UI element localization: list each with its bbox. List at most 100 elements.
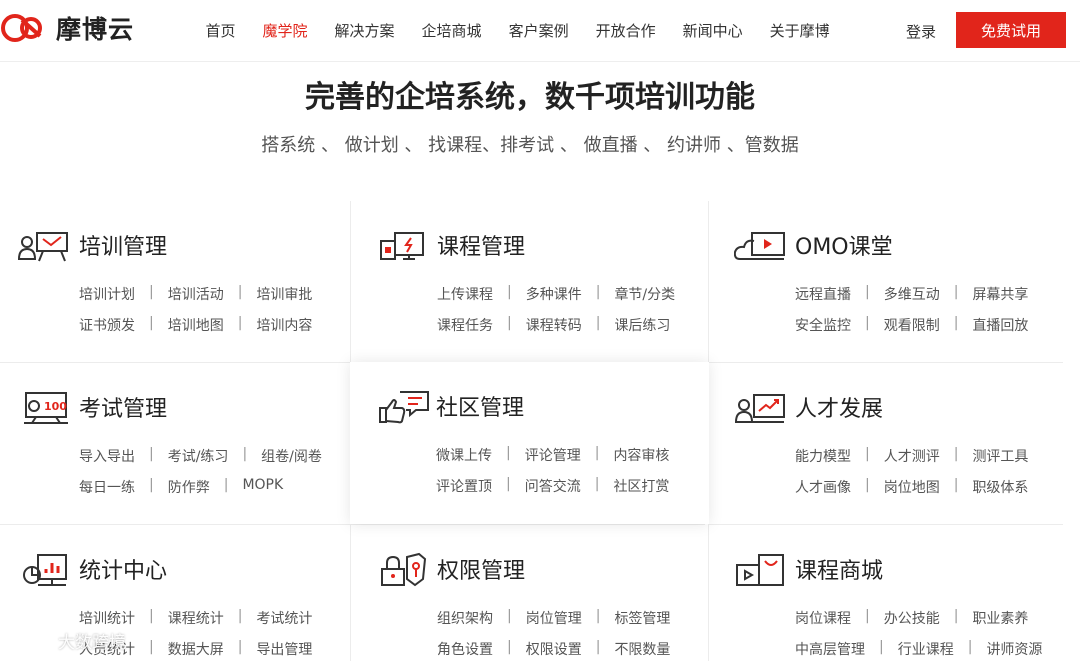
feature-links-row: 课程任务 | 课程转码 | 课后练习 <box>437 315 671 335</box>
feature-card-permission[interactable]: 权限管理 组织架构 | 岗位管理 | 标签管理 角色设置 | 权限设置 | 不限数量 <box>350 524 705 661</box>
nav-solutions[interactable]: 解决方案 <box>335 20 395 41</box>
feature-link[interactable]: 观看限制 <box>884 315 940 335</box>
feature-links-row: 导入导出 | 考试/练习 | 组卷/阅卷 <box>79 446 322 466</box>
watermark-text: 大数跨境 <box>58 633 126 653</box>
hero-subtitle: 搭系统 、 做计划 、 找课程、排考试 、 做直播 、 约讲师 、管数据 <box>261 135 799 156</box>
community-chat-icon <box>379 391 429 424</box>
login-link[interactable]: 登录 <box>906 21 936 42</box>
feature-link[interactable]: 社区打赏 <box>613 476 669 496</box>
feature-links-row: 远程直播 | 多维互动 | 屏幕共享 <box>795 284 1029 304</box>
feature-link[interactable]: 课程任务 <box>437 315 493 335</box>
feature-link[interactable]: 培训地图 <box>168 315 224 335</box>
feature-link[interactable]: 角色设置 <box>437 639 493 659</box>
feature-link[interactable]: 评论管理 <box>525 445 581 465</box>
nav-partners[interactable]: 开放合作 <box>596 20 656 41</box>
feature-link[interactable]: 人才画像 <box>795 477 851 497</box>
nav-home[interactable]: 首页 <box>206 20 236 41</box>
feature-link[interactable]: 屏幕共享 <box>972 284 1028 304</box>
feature-link[interactable]: 岗位管理 <box>526 608 582 628</box>
feature-links-row: 岗位课程 | 办公技能 | 职业素养 <box>795 608 1029 628</box>
feature-link[interactable]: 组卷/阅卷 <box>261 446 322 466</box>
feature-title: 人才发展 <box>795 397 884 422</box>
feature-link[interactable]: 测评工具 <box>972 446 1028 466</box>
feature-link[interactable]: 培训计划 <box>79 284 135 304</box>
logo-text: 摩博云 <box>56 15 135 44</box>
feature-link[interactable]: 导入导出 <box>79 446 135 466</box>
feature-link[interactable]: 培训内容 <box>256 315 312 335</box>
feature-links-row: 能力模型 | 人才测评 | 测评工具 <box>795 446 1029 466</box>
feature-link[interactable]: 职级体系 <box>972 477 1028 497</box>
feature-link[interactable]: 上传课程 <box>437 284 493 304</box>
feature-card-talent[interactable]: 人才发展 能力模型 | 人才测评 | 测评工具 人才画像 | 岗位地图 | 职级体系 <box>708 362 1063 523</box>
feature-links-row: 每日一练 | 防作弊 | MOPK <box>79 477 284 497</box>
feature-link[interactable]: 岗位课程 <box>795 608 851 628</box>
feature-link[interactable]: 能力模型 <box>795 446 851 466</box>
feature-link[interactable]: 岗位地图 <box>884 477 940 497</box>
feature-link[interactable]: 不限数量 <box>614 639 670 659</box>
feature-link[interactable]: 多维互动 <box>884 284 940 304</box>
hero-title: 完善的企培系统，数千项培训功能 <box>305 80 755 115</box>
feature-link[interactable]: 考试/练习 <box>168 446 229 466</box>
feature-link[interactable]: 中高层管理 <box>795 639 865 659</box>
feature-link[interactable]: 问答交流 <box>525 476 581 496</box>
cloud-video-icon <box>734 232 785 260</box>
feature-link[interactable]: MOPK <box>242 477 283 497</box>
feature-card-exam[interactable]: 100 考试管理 导入导出 | 考试/练习 | 组卷/阅卷 每日一练 | 防作弊 | M… <box>0 362 355 523</box>
feature-title: 权限管理 <box>437 559 526 584</box>
nav-news[interactable]: 新闻中心 <box>683 20 743 41</box>
feature-link[interactable]: 证书颁发 <box>79 315 135 335</box>
feature-links-row: 证书颁发 | 培训地图 | 培训内容 <box>79 315 313 335</box>
feature-link[interactable]: 内容审核 <box>613 445 669 465</box>
feature-card-course-store[interactable]: 课程商城 岗位课程 | 办公技能 | 职业素养 中高层管理 | 行业课程 | 讲师资源 <box>708 524 1063 661</box>
feature-card-course[interactable]: 课程管理 上传课程 | 多种课件 | 章节/分类 课程任务 | 课程转码 | 课后练习 <box>350 201 705 362</box>
feature-link[interactable]: 数据大屏 <box>168 639 224 659</box>
feature-link[interactable]: 办公技能 <box>884 608 940 628</box>
exam-score-icon: 100 <box>24 392 68 424</box>
feature-link[interactable]: 安全监控 <box>795 315 851 335</box>
logo-mark-icon <box>1 14 42 42</box>
nav-store[interactable]: 企培商城 <box>422 20 482 41</box>
feature-title: 统计中心 <box>79 559 168 584</box>
feature-link[interactable]: 考试统计 <box>256 608 312 628</box>
feature-link[interactable]: 培训活动 <box>168 284 224 304</box>
feature-link[interactable]: 每日一练 <box>79 477 135 497</box>
feature-links-row: 角色设置 | 权限设置 | 不限数量 <box>437 639 671 659</box>
feature-link[interactable]: 培训审批 <box>256 284 312 304</box>
feature-link[interactable]: 课后练习 <box>614 315 670 335</box>
logo[interactable]: 摩博云 <box>0 10 134 46</box>
feature-link[interactable]: 微课上传 <box>436 445 492 465</box>
feature-link[interactable]: 防作弊 <box>168 477 210 497</box>
feature-link[interactable]: 组织架构 <box>437 608 493 628</box>
feature-links-row: 培训统计 | 课程统计 | 考试统计 <box>79 608 313 628</box>
feature-title: 课程管理 <box>437 235 526 260</box>
growth-chart-icon <box>734 394 785 423</box>
lock-shield-icon <box>381 552 427 587</box>
feature-link[interactable]: 人才测评 <box>884 446 940 466</box>
feature-link[interactable]: 章节/分类 <box>614 284 675 304</box>
feature-link[interactable]: 直播回放 <box>972 315 1028 335</box>
feature-link[interactable]: 远程直播 <box>795 284 851 304</box>
feature-link[interactable]: 评论置顶 <box>436 476 492 496</box>
feature-links-row: 组织架构 | 岗位管理 | 标签管理 <box>437 608 671 628</box>
feature-link[interactable]: 权限设置 <box>526 639 582 659</box>
statistics-icon <box>23 554 67 586</box>
feature-link[interactable]: 课程转码 <box>526 315 582 335</box>
feature-link[interactable]: 标签管理 <box>614 608 670 628</box>
feature-link[interactable]: 讲师资源 <box>986 639 1042 659</box>
feature-card-training[interactable]: 培训管理 培训计划 | 培训活动 | 培训审批 证书颁发 | 培训地图 | 培训内容 <box>0 201 355 362</box>
feature-card-omo[interactable]: OMO课堂 远程直播 | 多维互动 | 屏幕共享 安全监控 | 观看限制 | 直播回放 <box>708 201 1063 362</box>
feature-link[interactable]: 职业素养 <box>972 608 1028 628</box>
main-nav: 首页 魔学院 解决方案 企培商城 客户案例 开放合作 新闻中心 关于摩博 <box>192 0 843 60</box>
feature-link[interactable]: 培训统计 <box>79 608 135 628</box>
feature-card-community[interactable]: 社区管理 微课上传 | 评论管理 | 内容审核 评论置顶 | 问答交流 | 社区打赏 <box>350 362 709 524</box>
feature-link[interactable]: 多种课件 <box>526 284 582 304</box>
nav-academy[interactable]: 魔学院 <box>263 20 308 41</box>
feature-links-row: 中高层管理 | 行业课程 | 讲师资源 <box>795 639 1043 659</box>
feature-link[interactable]: 课程统计 <box>168 608 224 628</box>
feature-link[interactable]: 导出管理 <box>256 639 312 659</box>
nav-cases[interactable]: 客户案例 <box>509 20 569 41</box>
nav-about[interactable]: 关于摩博 <box>770 20 830 41</box>
feature-link[interactable]: 行业课程 <box>898 639 954 659</box>
free-trial-button[interactable]: 免费试用 <box>956 12 1066 48</box>
svg-text:100: 100 <box>44 400 67 413</box>
